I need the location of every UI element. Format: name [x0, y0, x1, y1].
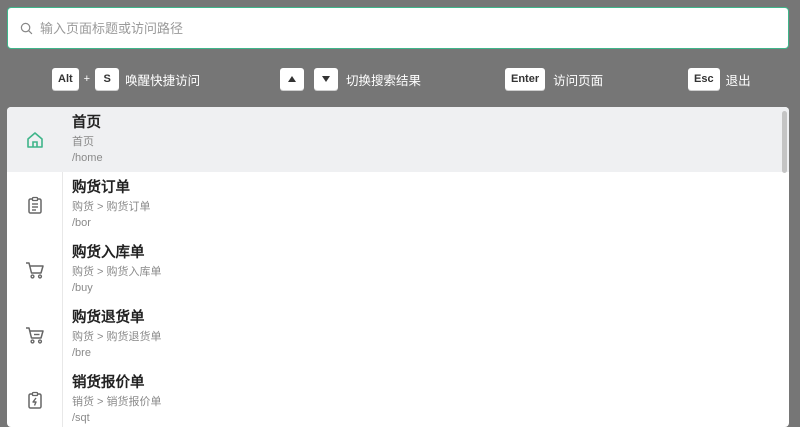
result-path: /sqt [72, 412, 90, 424]
result-breadcrumb: 购货 > 购货入库单 [72, 266, 162, 278]
result-path: /bre [72, 347, 91, 359]
hint-wake-label: 唤醒快捷访问 [125, 73, 201, 88]
key-enter: Enter [505, 68, 546, 90]
results-list[interactable]: 首页 首页 /home 购货订单 购货 > 购货订单 /bor 购货入库单 购货… [7, 107, 789, 427]
cart-icon [25, 261, 44, 279]
hint-visit-label: 访问页面 [553, 73, 604, 88]
result-breadcrumb: 购货 > 购货退货单 [72, 331, 162, 343]
result-path: /bor [72, 217, 91, 229]
result-breadcrumb: 销货 > 销货报价单 [72, 396, 162, 408]
key-down [314, 68, 338, 90]
result-title: 首页 [72, 115, 101, 131]
keyboard-hints: Alt + S 唤醒快捷访问 切换搜索结果 Enter 访问页面 Esc 退出 [0, 66, 800, 92]
cart-return-icon [25, 326, 44, 344]
result-path: /buy [72, 282, 93, 294]
home-icon [27, 131, 43, 148]
search-icon [20, 21, 34, 35]
result-item[interactable]: 首页 首页 /home [7, 107, 789, 172]
result-item[interactable]: 销货报价单 销货 > 销货报价单 /sqt [7, 367, 789, 427]
scrollbar[interactable] [782, 111, 787, 173]
result-breadcrumb: 首页 [72, 136, 94, 148]
result-title: 销货报价单 [72, 375, 145, 391]
result-breadcrumb: 购货 > 购货订单 [72, 201, 151, 213]
hint-exit-label: 退出 [725, 73, 751, 88]
key-alt: Alt [52, 68, 79, 90]
arrow-up-icon [288, 76, 296, 82]
hint-switch: 切换搜索结果 [280, 66, 421, 92]
result-path: /home [72, 152, 103, 164]
key-up [280, 68, 304, 90]
result-item[interactable]: 购货入库单 购货 > 购货入库单 /buy [7, 237, 789, 302]
result-title: 购货退货单 [72, 310, 145, 326]
search-input[interactable] [40, 20, 788, 36]
search-bar[interactable] [7, 7, 789, 49]
clipboard-list-icon [27, 196, 42, 214]
key-esc: Esc [688, 68, 720, 90]
hint-switch-label: 切换搜索结果 [346, 73, 422, 88]
key-joiner: + [83, 73, 91, 85]
clipboard-bolt-icon [27, 391, 42, 409]
arrow-down-icon [322, 76, 330, 82]
result-item[interactable]: 购货订单 购货 > 购货订单 /bor [7, 172, 789, 237]
hint-visit: Enter 访问页面 [505, 66, 603, 92]
hint-wake: Alt + S 唤醒快捷访问 [52, 66, 200, 92]
result-title: 购货入库单 [72, 245, 145, 261]
key-s: S [95, 68, 120, 90]
result-item[interactable]: 购货退货单 购货 > 购货退货单 /bre [7, 302, 789, 367]
result-title: 购货订单 [72, 180, 130, 196]
hint-exit: Esc 退出 [688, 66, 751, 92]
